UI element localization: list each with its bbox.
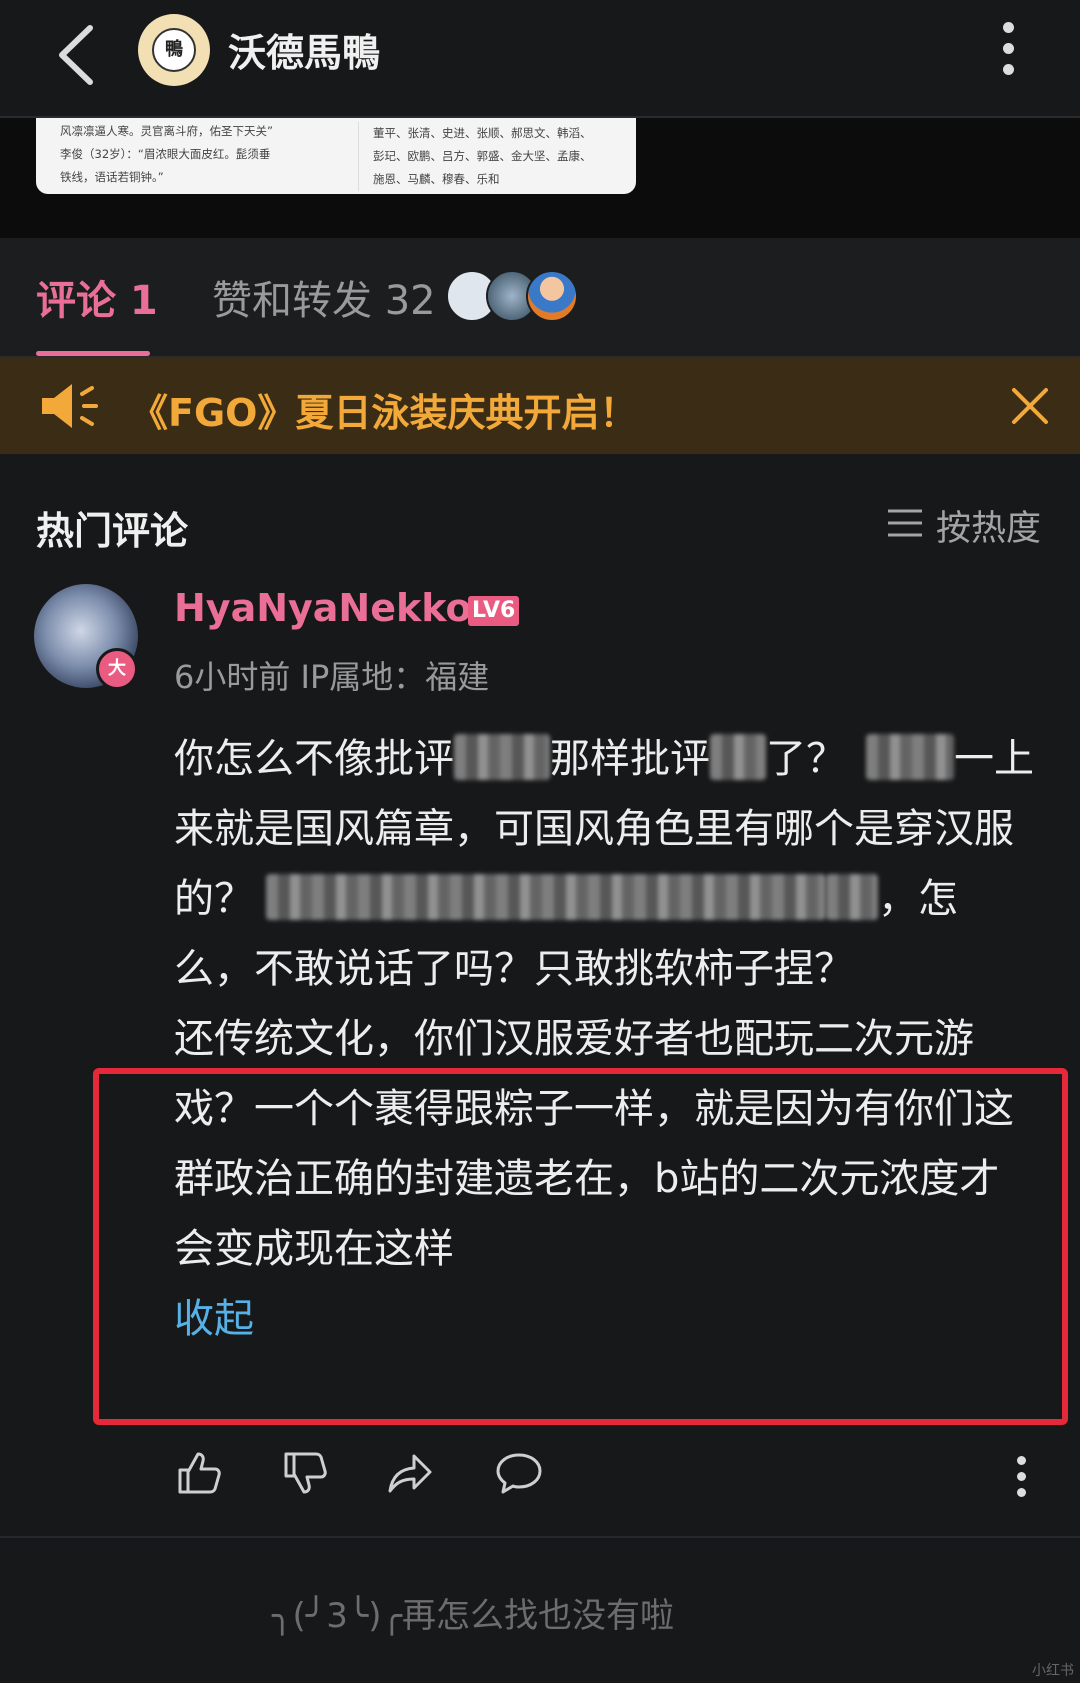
censored-text	[826, 874, 878, 920]
tab-likes-reposts[interactable]: 赞和转发 32	[212, 268, 436, 326]
post-line: 李俊（32岁）：“眉浓眼大面皮红。髭须垂	[60, 147, 271, 161]
watermark: 小红书	[1032, 1663, 1074, 1679]
more-vertical-icon[interactable]	[1012, 1456, 1030, 1500]
section-title: 热门评论	[36, 509, 189, 553]
announcement-banner[interactable]: 《FGO》夏日泳装庆典开启！	[0, 358, 1080, 454]
post-line: 铁线，语话若铜钟。”	[60, 170, 164, 184]
post-line: 董平、张清、史进、张顺、郝思文、韩滔、	[373, 126, 592, 140]
post-line: 施恩、马麟、穆春、乐和	[373, 172, 500, 186]
highlight-annotation-box	[93, 1068, 1068, 1425]
top-bar: 鴨 沃德馬鴨	[0, 0, 1080, 118]
censored-text	[710, 734, 766, 780]
level-badge: LV6	[468, 596, 520, 626]
thumbs-down-icon[interactable]	[280, 1448, 330, 1498]
comment-text: 了？	[766, 736, 846, 782]
censored-text	[454, 734, 550, 780]
censored-text	[866, 734, 954, 780]
comment-text: 你怎么不像批评	[174, 736, 454, 782]
tab-comments[interactable]: 评论 1	[36, 268, 158, 326]
back-icon[interactable]	[52, 20, 102, 90]
post-image[interactable]: 风凛凛逼人寒。灵官离斗府，佑圣下天关” 李俊（32岁）：“眉浓眼大面皮红。髭须垂…	[36, 118, 636, 194]
page-title[interactable]: 沃德馬鴨	[228, 22, 380, 77]
commenter-username[interactable]: HyaNyaNekko	[174, 586, 472, 630]
menu-lines-icon[interactable]	[888, 508, 922, 538]
post-line: 彭玘、欧鹏、吕方、郭盛、金大坚、孟康、	[373, 149, 592, 163]
share-icon[interactable]	[386, 1448, 436, 1498]
tab-bar: 评论 1 赞和转发 32	[0, 238, 1080, 358]
banner-text[interactable]: 《FGO》夏日泳装庆典开启！	[130, 382, 637, 437]
post-image-right-text: 董平、张清、史进、张顺、郝思文、韩滔、 彭玘、欧鹏、吕方、郭盛、金大坚、孟康、 …	[358, 122, 636, 191]
thumbs-up-icon[interactable]	[174, 1448, 224, 1498]
author-avatar[interactable]: 鴨	[138, 14, 210, 86]
censored-text	[266, 874, 826, 920]
comment-text: 那样批评	[550, 736, 710, 782]
speaker-icon	[42, 384, 98, 428]
post-line: 风凛凛逼人寒。灵官离斗府，佑圣下天关”	[60, 124, 273, 138]
avatar-glyph: 鴨	[152, 28, 196, 72]
post-image-left-text: 风凛凛逼人寒。灵官离斗府，佑圣下天关” 李俊（32岁）：“眉浓眼大面皮红。髭须垂…	[60, 120, 360, 189]
post-image-strip: 风凛凛逼人寒。灵官离斗府，佑圣下天关” 李俊（32岁）：“眉浓眼大面皮红。髭须垂…	[0, 118, 1080, 238]
comment-icon[interactable]	[494, 1448, 544, 1498]
liker-avatar[interactable]	[526, 270, 578, 322]
end-of-list-message: ╮(╯3╰)╭再怎么找也没有啦	[272, 1596, 675, 1636]
sort-button[interactable]: 按热度	[936, 500, 1041, 551]
active-tab-indicator	[36, 351, 150, 356]
close-icon[interactable]	[1010, 386, 1050, 426]
comment-meta: 6小时前 IP属地：福建	[174, 658, 490, 696]
comment-actions	[174, 1448, 1074, 1504]
more-vertical-icon[interactable]	[996, 22, 1020, 82]
divider	[0, 1536, 1080, 1538]
member-badge: 大	[96, 648, 138, 690]
